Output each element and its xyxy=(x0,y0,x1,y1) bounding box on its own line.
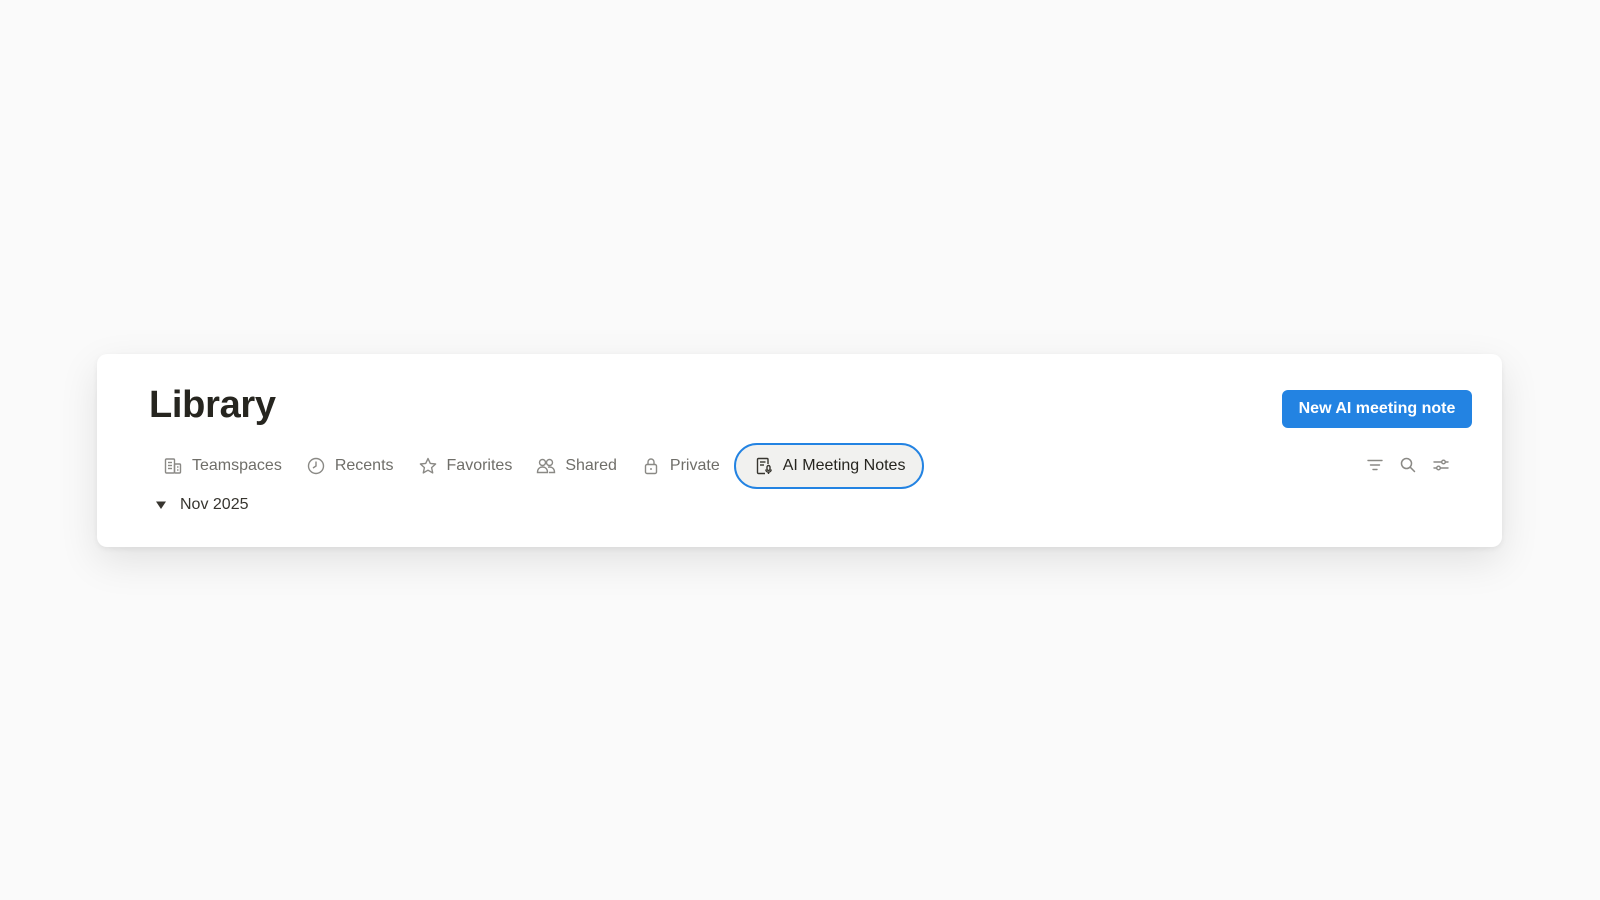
tab-favorites[interactable]: Favorites xyxy=(406,444,525,488)
tab-ai-meeting-notes[interactable]: AI Meeting Notes xyxy=(733,443,925,489)
caret-down-icon[interactable] xyxy=(155,499,167,511)
page-title: Library xyxy=(149,384,276,426)
settings-sliders-icon[interactable] xyxy=(1431,455,1451,475)
tab-label: Teamspaces xyxy=(192,457,282,474)
new-ai-meeting-note-button[interactable]: New AI meeting note xyxy=(1282,390,1472,428)
tab-private[interactable]: Private xyxy=(629,444,732,488)
search-icon[interactable] xyxy=(1398,455,1418,475)
tab-label: Favorites xyxy=(446,457,513,474)
people-icon xyxy=(536,456,556,476)
tab-label: Recents xyxy=(334,457,394,474)
view-toolbar xyxy=(1365,455,1451,475)
star-icon xyxy=(418,456,438,476)
lock-icon xyxy=(641,456,661,476)
tab-label: Private xyxy=(669,457,720,474)
tab-label: AI Meeting Notes xyxy=(782,457,906,474)
tab-recents[interactable]: Recents xyxy=(294,444,406,488)
library-panel: Library New AI meeting note Teamspaces R… xyxy=(97,354,1502,547)
group-label: Nov 2025 xyxy=(180,496,249,513)
building-icon xyxy=(163,456,183,476)
meeting-notes-icon xyxy=(754,456,774,476)
tab-shared[interactable]: Shared xyxy=(524,444,629,488)
library-tabs: Teamspaces Recents Favorites Shared Priv… xyxy=(151,443,925,489)
tab-label: Shared xyxy=(565,457,617,474)
tab-teamspaces[interactable]: Teamspaces xyxy=(151,444,294,488)
clock-icon xyxy=(306,456,326,476)
filter-icon[interactable] xyxy=(1365,455,1385,475)
group-header-nov-2025[interactable]: Nov 2025 xyxy=(155,496,249,514)
